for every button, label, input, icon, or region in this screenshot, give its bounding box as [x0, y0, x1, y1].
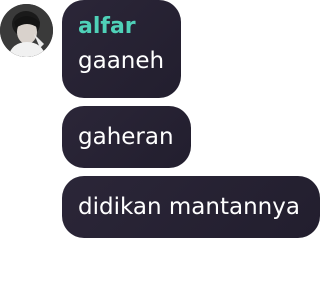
message-text: didikan mantannya — [78, 194, 300, 220]
sender-name[interactable]: alfar — [78, 14, 165, 40]
message-bubble[interactable]: gaheran — [62, 106, 191, 168]
message-text: gaheran — [78, 124, 174, 150]
avatar[interactable] — [0, 4, 53, 57]
message-bubble[interactable]: didikan mantannya — [62, 176, 320, 238]
message-text: gaaneh — [78, 48, 165, 74]
profile-photo-icon — [0, 4, 53, 57]
message-bubble[interactable]: alfar gaaneh — [62, 0, 181, 98]
